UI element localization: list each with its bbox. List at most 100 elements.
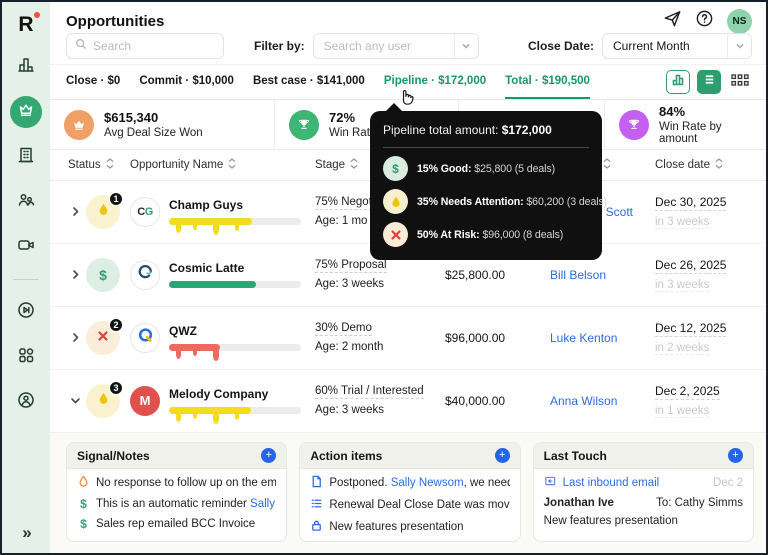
list-item[interactable]: $ This is an automatic reminder Sally Ne… — [77, 497, 276, 511]
avatar[interactable]: NS — [727, 8, 752, 34]
stat-label: Win Rate by amount — [659, 121, 722, 146]
sidebar-item-meetings[interactable] — [10, 231, 42, 263]
app-logo[interactable]: R — [18, 12, 40, 35]
stat-label: Avg Deal Size Won — [104, 127, 203, 140]
tooltip-row-needs-attention: 35% Needs Attention: $60,200 (3 deals) — [383, 189, 607, 214]
list-item[interactable]: Postponed. Sally Newsom, we need to ma… — [310, 475, 510, 491]
expand-chevron-icon[interactable] — [64, 206, 86, 217]
people-icon — [16, 190, 36, 215]
tooltip-text: 50% At Risk: $96,000 (8 deals) — [417, 228, 564, 241]
email-subject: New features presentation — [543, 515, 678, 527]
status-badge: 2 — [109, 317, 123, 332]
close-date-value[interactable]: Dec 26, 2025 — [655, 258, 727, 274]
owner-link[interactable]: Luke Kenton — [550, 331, 655, 345]
sort-icon — [350, 158, 358, 172]
list-view-button[interactable] — [697, 70, 721, 95]
top-bar: Opportunities NS — [50, 2, 766, 34]
sidebar-item-apps[interactable] — [10, 341, 42, 373]
sidebar-item-contacts[interactable] — [10, 186, 42, 218]
filter-bar: Filter by: Search any user Close Date: C… — [50, 32, 766, 64]
list-icon — [310, 497, 323, 513]
close-date-relative: in 1 weeks — [655, 404, 710, 418]
note-text: Sales rep emailed BCC Invoice — [96, 518, 256, 530]
stage-value[interactable]: 60% Trial / Interested — [315, 385, 424, 400]
close-date-dropdown[interactable]: Current Month — [602, 32, 752, 59]
tab-commit[interactable]: Commit · $10,000 — [139, 65, 234, 99]
stage-value[interactable]: 75% Proposal — [315, 259, 387, 274]
status-needs-attention-icon[interactable]: 1 — [86, 191, 123, 229]
status-at-risk-icon[interactable]: 2 — [86, 317, 123, 355]
last-touch-subject-row: New features presentation — [544, 515, 743, 527]
expand-chevron-icon[interactable] — [64, 332, 86, 343]
help-icon[interactable] — [695, 9, 714, 33]
sidebar-item-recordings[interactable] — [10, 296, 42, 328]
stage-value[interactable]: 75% Negot — [315, 196, 372, 211]
list-item[interactable]: Renewal Deal Close Date was moved forw… — [310, 497, 510, 513]
sidebar-item-analytics[interactable] — [10, 51, 42, 83]
stat-value: $615,340 — [104, 110, 159, 126]
stat-avg-deal-size: $615,340 Avg Deal Size Won — [50, 100, 274, 149]
view-toggles — [666, 65, 752, 99]
tab-total[interactable]: Total · $190,500 — [505, 65, 590, 100]
logo-letter: C — [137, 205, 145, 218]
lock-icon — [310, 519, 323, 535]
owner-link[interactable]: Bill Belson — [550, 268, 655, 282]
last-inbound-email-link[interactable]: Last inbound email — [563, 477, 660, 489]
chart-view-button[interactable] — [666, 70, 690, 95]
progress-bar — [169, 218, 301, 236]
opportunity-name[interactable]: Melody Company — [169, 387, 301, 401]
opportunity-name[interactable]: Cosmic Latte — [169, 261, 301, 275]
person-circle-icon — [16, 390, 36, 415]
collapse-chevron-icon[interactable] — [64, 395, 86, 406]
close-date-cell: Dec 26, 2025 in 3 weeks — [655, 258, 760, 292]
table-row[interactable]: 2 QWZ 30% Demo Age: 2 month $96,000.00 L… — [50, 307, 766, 370]
expand-chevron-icon[interactable] — [64, 269, 86, 280]
sidebar-item-accounts[interactable] — [10, 141, 42, 173]
opportunity-name[interactable]: Champ Guys — [169, 198, 301, 212]
board-view-button[interactable] — [728, 70, 752, 94]
sidebar-item-profile[interactable] — [10, 386, 42, 418]
column-label: Close date — [655, 158, 710, 171]
tooltip-title: Pipeline total amount: $172,000 — [383, 123, 552, 137]
add-note-button[interactable]: + — [261, 448, 277, 463]
building-icon — [16, 145, 36, 170]
close-date-cell: Dec 30, 2025 in 3 weeks — [655, 195, 760, 229]
sidebar-item-opportunities[interactable] — [10, 96, 42, 128]
table-row[interactable]: 3 M Melody Company 60% Trial / Intereste… — [50, 370, 766, 433]
opportunity-cell: QWZ — [130, 322, 315, 362]
list-item[interactable]: New features presentation — [310, 519, 509, 535]
search-box[interactable] — [66, 32, 224, 59]
rocket-icon[interactable] — [663, 9, 682, 33]
close-date-value[interactable]: Dec 30, 2025 — [655, 195, 727, 211]
close-date-value[interactable]: Dec 2, 2025 — [655, 384, 720, 400]
action-text: Postponed. Sally Newsom, we need to ma… — [329, 477, 509, 489]
status-needs-attention-icon[interactable]: 3 — [86, 380, 123, 418]
column-header-name[interactable]: Opportunity Name — [130, 158, 315, 172]
drip-decoration — [176, 413, 181, 423]
column-header-status[interactable]: Status — [64, 158, 130, 172]
close-date-value[interactable]: Dec 12, 2025 — [655, 321, 727, 337]
user-filter-dropdown[interactable]: Search any user — [312, 32, 479, 59]
add-touch-button[interactable]: + — [727, 448, 743, 463]
video-camera-icon — [16, 235, 36, 260]
add-action-button[interactable]: + — [494, 448, 510, 463]
search-input[interactable] — [93, 38, 215, 53]
owner-link[interactable]: Anna Wilson — [550, 394, 655, 408]
trophy-icon — [619, 109, 649, 140]
notification-dot — [33, 12, 40, 18]
tab-best-case[interactable]: Best case · $141,000 — [253, 65, 365, 99]
dollar-icon: $ — [383, 156, 408, 181]
sidebar-expand-button[interactable]: » — [22, 523, 32, 543]
panel-header: Last Touch + — [533, 443, 753, 469]
status-good-icon[interactable]: $ — [86, 257, 120, 292]
list-item[interactable]: $ Sales rep emailed BCC Invoice — [77, 517, 276, 531]
opportunity-name[interactable]: QWZ — [169, 324, 301, 338]
dollar-icon: $ — [99, 266, 107, 283]
tab-close[interactable]: Close · $0 — [66, 65, 120, 99]
column-header-close-date[interactable]: Close date — [655, 158, 760, 172]
list-item[interactable]: No response to follow up on the email “R… — [77, 475, 276, 491]
close-date-relative: in 3 weeks — [655, 278, 710, 292]
company-logo — [130, 322, 160, 353]
column-label: Stage — [315, 158, 346, 171]
stage-value[interactable]: 30% Demo — [315, 322, 372, 337]
